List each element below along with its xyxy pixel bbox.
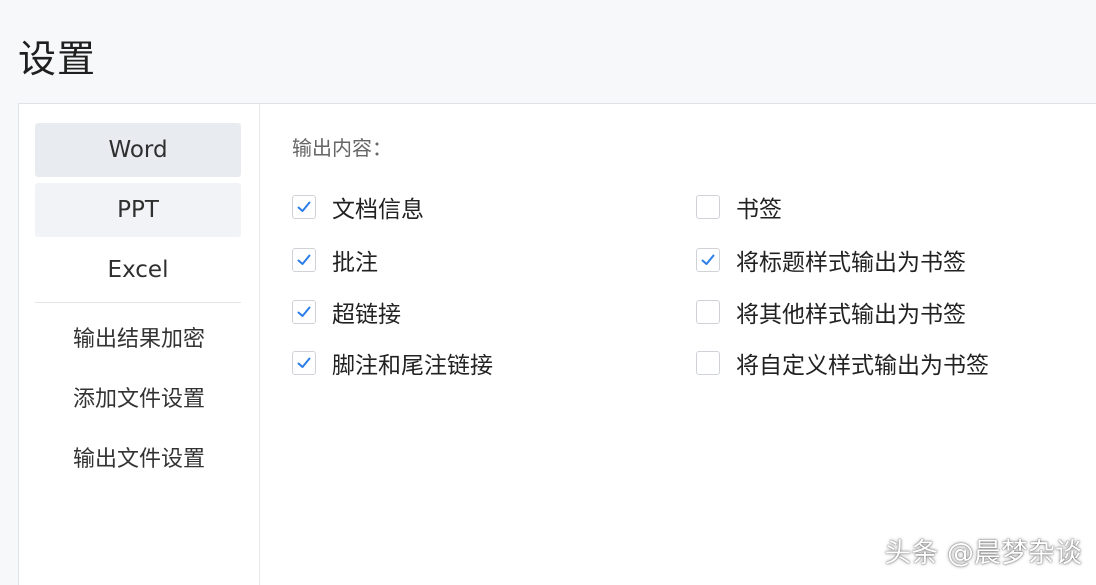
doc-info-label: 文档信息: [332, 197, 424, 223]
content-area: 输出内容： 文档信息 批注 超链接 脚注和尾注链接 书签 将标题样式输出为书签 …: [260, 104, 1096, 585]
bookmarks-checkbox[interactable]: [696, 195, 720, 219]
comments-checkbox[interactable]: [292, 248, 316, 272]
checkmark-icon: [297, 201, 311, 212]
bookmarks-label: 书签: [736, 197, 782, 223]
sidebar-item-add-file-settings[interactable]: 添加文件设置: [19, 381, 259, 413]
hyperlinks-label: 超链接: [332, 302, 401, 328]
option-doc-info[interactable]: 文档信息: [292, 190, 424, 224]
option-hyperlinks[interactable]: 超链接: [292, 295, 401, 329]
tab-word[interactable]: Word: [35, 123, 241, 177]
heading-bookmarks-label: 将标题样式输出为书签: [736, 250, 966, 276]
checkmark-icon: [297, 357, 311, 368]
footnote-links-label: 脚注和尾注链接: [332, 353, 493, 379]
checkmark-icon: [297, 306, 311, 317]
tab-excel[interactable]: Excel: [35, 243, 241, 297]
option-bookmarks[interactable]: 书签: [696, 190, 782, 224]
custom-style-bookmarks-checkbox[interactable]: [696, 351, 720, 375]
tab-ppt[interactable]: PPT: [35, 183, 241, 237]
checkmark-icon: [297, 254, 311, 265]
option-footnote-links[interactable]: 脚注和尾注链接: [292, 346, 493, 380]
sidebar-item-output-file-settings[interactable]: 输出文件设置: [19, 441, 259, 473]
footnote-links-checkbox[interactable]: [292, 351, 316, 375]
other-style-bookmarks-label: 将其他样式输出为书签: [736, 302, 966, 328]
checkmark-icon: [701, 254, 715, 265]
option-custom-style-bookmarks[interactable]: 将自定义样式输出为书签: [696, 346, 989, 380]
sidebar-item-output-encryption[interactable]: 输出结果加密: [19, 321, 259, 353]
doc-info-checkbox[interactable]: [292, 195, 316, 219]
comments-label: 批注: [332, 250, 378, 276]
option-comments[interactable]: 批注: [292, 243, 378, 277]
output-content-label: 输出内容：: [292, 136, 392, 160]
settings-panel: Word PPT Excel 输出结果加密 添加文件设置 输出文件设置 输出内容…: [18, 103, 1096, 585]
option-other-style-bookmarks[interactable]: 将其他样式输出为书签: [696, 295, 966, 329]
custom-style-bookmarks-label: 将自定义样式输出为书签: [736, 353, 989, 379]
sidebar-divider: [35, 302, 241, 303]
option-heading-bookmarks[interactable]: 将标题样式输出为书签: [696, 243, 966, 277]
hyperlinks-checkbox[interactable]: [292, 300, 316, 324]
sidebar: Word PPT Excel 输出结果加密 添加文件设置 输出文件设置: [19, 104, 260, 585]
page-title: 设置: [18, 37, 97, 81]
other-style-bookmarks-checkbox[interactable]: [696, 300, 720, 324]
watermark: 头条 @晨梦杂谈: [884, 538, 1082, 569]
heading-bookmarks-checkbox[interactable]: [696, 248, 720, 272]
